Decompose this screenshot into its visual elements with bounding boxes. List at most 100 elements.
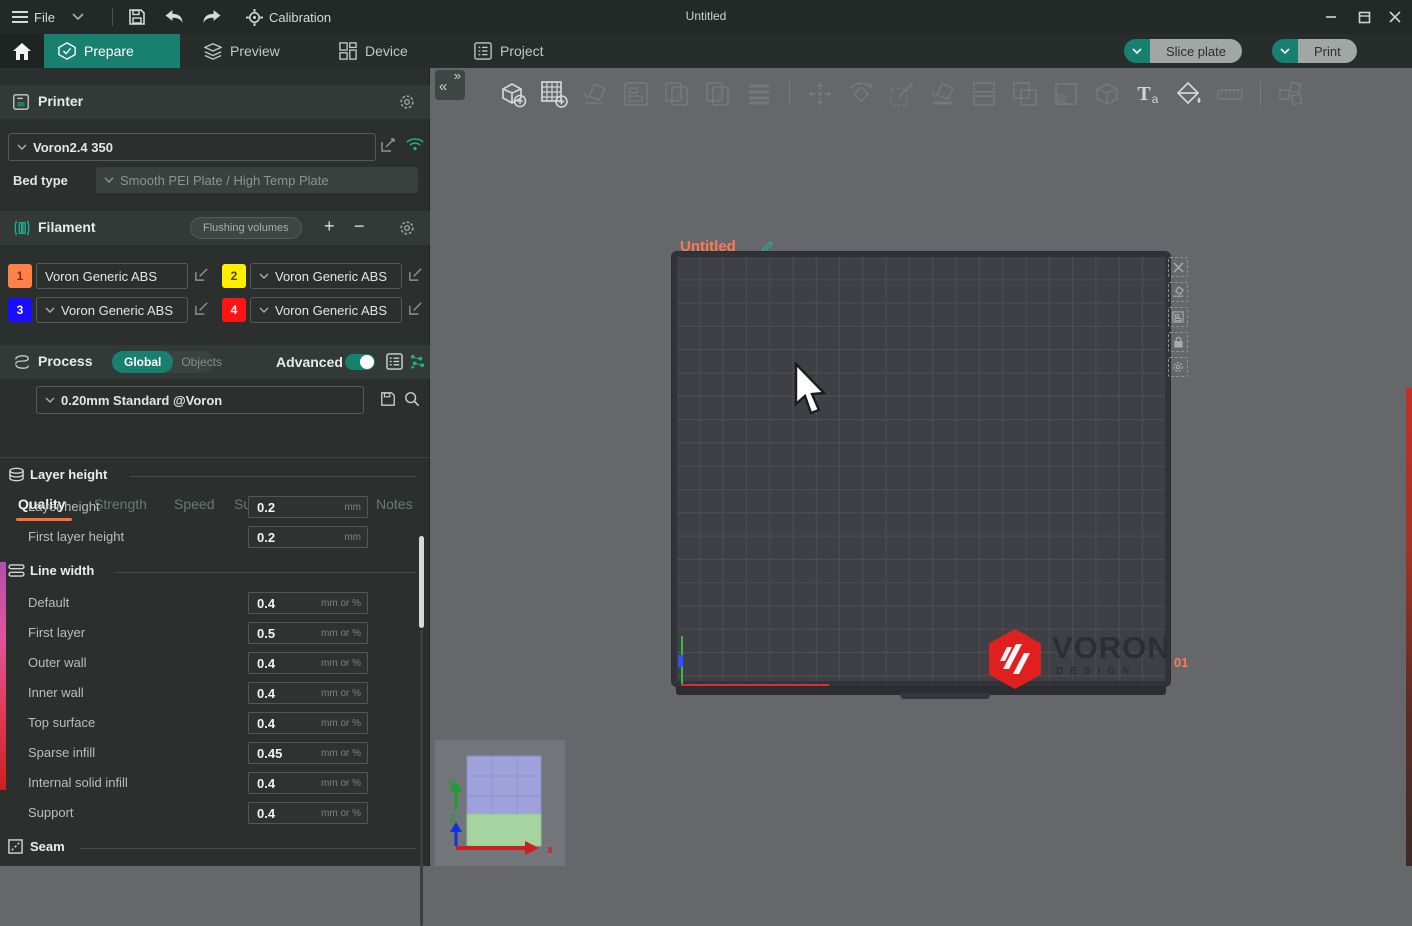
mesh-boolean-icon[interactable] [1092, 79, 1122, 109]
chevron-down-icon [45, 397, 55, 404]
process-parameters-icon[interactable] [409, 353, 426, 370]
setting-label: First layer [28, 625, 85, 640]
filament-1-edit-icon[interactable] [194, 267, 209, 282]
home-button[interactable] [0, 34, 44, 68]
plate-arrange-button[interactable] [1168, 307, 1188, 327]
printer-connection-wifi-icon[interactable] [406, 137, 424, 151]
filament-settings-gear-icon[interactable] [398, 219, 416, 237]
maximize-button[interactable] [1349, 0, 1379, 34]
line-width-first-layer-input[interactable]: 0.5mm or % [248, 622, 368, 644]
filament-3-swatch[interactable]: 3 [8, 298, 32, 322]
group-title: Layer height [30, 467, 107, 482]
filament-4-swatch[interactable]: 4 [222, 298, 246, 322]
scope-objects[interactable]: Objects [173, 355, 230, 369]
filament-4-edit-icon[interactable] [408, 301, 423, 316]
build-plate[interactable] [672, 252, 1170, 686]
setting-unit: mm [344, 532, 361, 543]
lay-on-face-icon[interactable] [928, 79, 958, 109]
slice-plate-button[interactable]: Slice plate [1124, 39, 1242, 63]
line-width-top-surface-input[interactable]: 0.4mm or % [248, 712, 368, 734]
text-tool-icon[interactable]: Ta [1133, 79, 1163, 109]
plate-lock-button[interactable] [1168, 332, 1188, 352]
filament-1-select[interactable]: Voron Generic ABS [36, 263, 188, 289]
process-scope-toggle[interactable]: Global Objects [112, 351, 214, 373]
assembly-view-icon[interactable] [1276, 79, 1306, 109]
scale-icon[interactable] [887, 79, 917, 109]
filament-4-name: Voron Generic ABS [275, 303, 387, 318]
process-search-icon[interactable] [404, 391, 420, 407]
close-button[interactable] [1380, 0, 1410, 34]
desktop-edge-strip-right [1406, 388, 1412, 866]
filament-2-edit-icon[interactable] [408, 267, 423, 282]
printer-settings-gear-icon[interactable] [398, 93, 416, 111]
layer-height-input[interactable]: 0.2mm [248, 496, 368, 518]
add-plate-icon[interactable] [539, 79, 569, 109]
setting-unit: mm or % [321, 598, 361, 609]
setting-row: Support 0.4mm or % [0, 802, 430, 824]
tab-preview[interactable]: Preview [190, 34, 308, 68]
split-to-parts-icon[interactable] [1010, 79, 1040, 109]
line-width-inner-wall-input[interactable]: 0.4mm or % [248, 682, 368, 704]
filament-3-edit-icon[interactable] [194, 301, 209, 316]
process-preset-select[interactable]: 0.20mm Standard @Voron [36, 386, 364, 414]
plate-delete-button[interactable] [1168, 257, 1188, 277]
filament-4-select[interactable]: Voron Generic ABS [250, 297, 402, 323]
plate-settings-button[interactable] [1168, 357, 1188, 377]
auto-orient-icon[interactable] [580, 79, 610, 109]
print-options-chevron-icon[interactable] [1272, 39, 1298, 63]
remove-filament-button[interactable]: − [354, 216, 365, 237]
plate-orient-button[interactable] [1168, 282, 1188, 302]
color-painting-icon[interactable] [1174, 79, 1204, 109]
filament-2-select[interactable]: Voron Generic ABS [250, 263, 402, 289]
printer-section-title: Printer [38, 93, 83, 109]
filament-2-swatch[interactable]: 2 [222, 264, 246, 288]
setting-row: Sparse infill 0.45mm or % [0, 742, 430, 764]
group-title: Line width [30, 563, 94, 578]
line-width-outer-wall-input[interactable]: 0.4mm or % [248, 652, 368, 674]
line-width-internal-solid-infill-input[interactable]: 0.4mm or % [248, 772, 368, 794]
bed-type-select[interactable]: Smooth PEI Plate / High Temp Plate [96, 167, 418, 193]
paste-icon[interactable]: P [703, 79, 733, 109]
filament-3-select[interactable]: Voron Generic ABS [36, 297, 188, 323]
setting-unit: mm [344, 502, 361, 513]
group-seam: Seam [0, 838, 430, 858]
first-layer-height-input[interactable]: 0.2mm [248, 526, 368, 548]
line-width-sparse-infill-input[interactable]: 0.45mm or % [248, 742, 368, 764]
fill-color-icon[interactable] [1051, 79, 1081, 109]
tab-device[interactable]: Device [325, 34, 437, 68]
line-width-support-input[interactable]: 0.4mm or % [248, 802, 368, 824]
collapse-sidebar-button[interactable]: » « [435, 70, 465, 100]
chevron-down-icon [259, 307, 269, 314]
move-icon[interactable] [805, 79, 835, 109]
setting-value: 0.45 [257, 746, 282, 761]
filament-section-header: Filament Flushing volumes + − [0, 211, 430, 245]
split-to-objects-icon[interactable] [969, 79, 999, 109]
process-list-icon[interactable] [386, 353, 403, 370]
slice-options-chevron-icon[interactable] [1124, 39, 1150, 63]
rotate-icon[interactable] [846, 79, 876, 109]
scope-global[interactable]: Global [112, 351, 173, 373]
plate-thumbnail[interactable]: y Z x [435, 740, 565, 866]
minimize-button[interactable] [1316, 0, 1346, 34]
sidebar-scrollbar-thumb[interactable] [419, 536, 424, 628]
plate-logo: VORON DESIGN [986, 628, 1170, 686]
tab-project[interactable]: Project [460, 34, 576, 68]
tab-prepare[interactable]: Prepare [44, 34, 180, 68]
variable-layer-height-icon[interactable] [744, 79, 774, 109]
line-width-default-input[interactable]: 0.4mm or % [248, 592, 368, 614]
copy-icon[interactable]: O [662, 79, 692, 109]
add-object-icon[interactable] [498, 79, 528, 109]
filament-1-swatch[interactable]: 1 [8, 264, 32, 288]
measure-icon[interactable] [1215, 79, 1245, 109]
print-button[interactable]: Print [1272, 39, 1357, 63]
printer-edit-icon[interactable] [380, 137, 396, 153]
arrange-icon[interactable] [621, 79, 651, 109]
flushing-volumes-button[interactable]: Flushing volumes [190, 217, 302, 239]
sidebar-scrollbar-track[interactable] [420, 630, 423, 926]
advanced-label: Advanced [276, 354, 343, 370]
advanced-toggle[interactable] [345, 354, 375, 370]
setting-row: Layer height 0.2mm [0, 496, 430, 518]
add-filament-button[interactable]: + [324, 216, 335, 237]
process-save-icon[interactable] [380, 391, 396, 407]
printer-preset-select[interactable]: Voron2.4 350 [8, 133, 376, 161]
